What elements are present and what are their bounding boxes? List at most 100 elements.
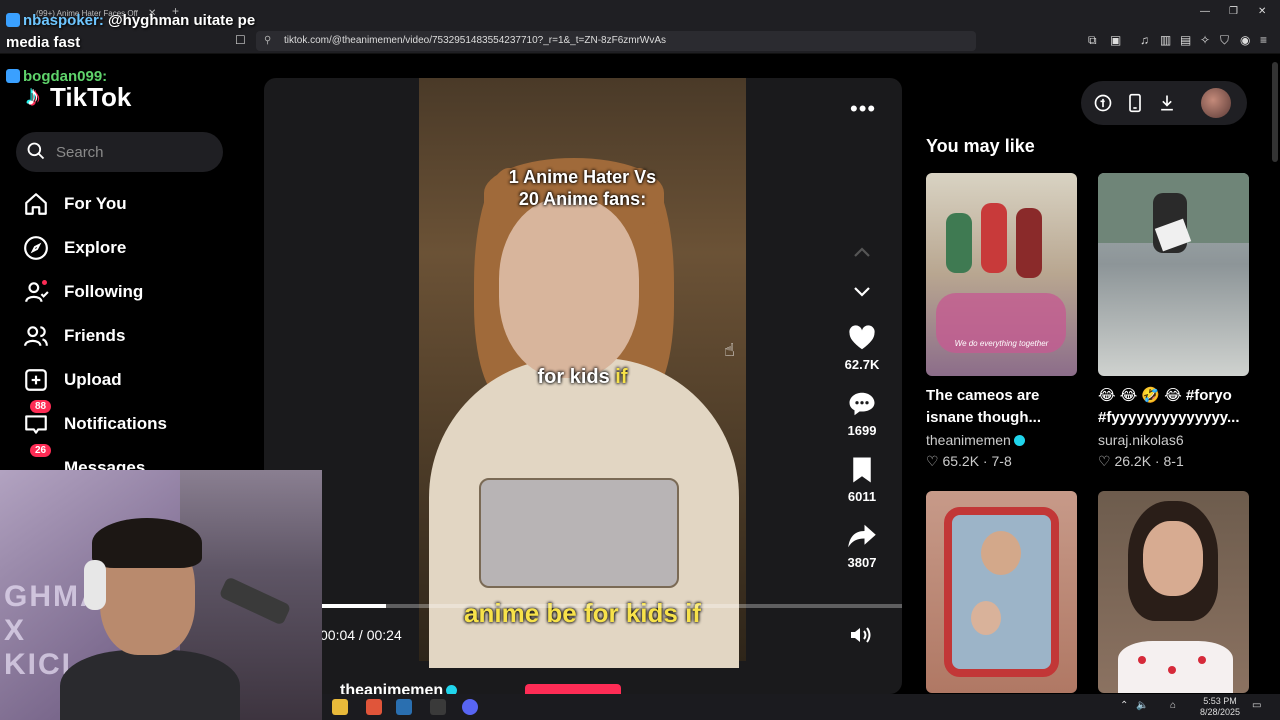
follow-button[interactable] — [525, 684, 621, 694]
chat-badge-icon — [6, 13, 20, 27]
ai-icon[interactable]: ✧ — [1200, 33, 1210, 47]
video-subtitle: anime be for kids if — [464, 598, 701, 628]
card-thumbnail[interactable]: We do everything together — [926, 173, 1077, 376]
recommendation-card[interactable]: 😂 😂 🤣 😂 #foryo #fyyyyyyyyyyyyyy... suraj… — [1098, 173, 1249, 471]
heart-outline-icon: ♡ — [1098, 453, 1111, 469]
chat-username: bogdan099: — [23, 68, 108, 85]
thumbnail-overlay-text: We do everything together — [954, 339, 1049, 348]
more-options-icon[interactable]: ••• — [850, 96, 876, 122]
video-title-overlay: 1 Anime Hater Vs 20 Anime fans: — [508, 167, 657, 209]
video-frame[interactable]: 1 Anime Hater Vs 20 Anime fans: for kids … — [419, 78, 746, 668]
bookmark-icon[interactable]: ☐ — [235, 33, 246, 47]
comment-icon — [849, 392, 875, 416]
comment-count: 1699 — [847, 423, 877, 438]
chat-message: bogdan099: — [6, 68, 107, 85]
extension-icon[interactable]: ▣ — [1110, 33, 1121, 47]
close-window-icon[interactable]: ✕ — [1258, 6, 1266, 17]
chevron-down-icon[interactable] — [850, 283, 874, 301]
nav-label: For You — [64, 194, 127, 213]
search-input[interactable] — [56, 132, 216, 172]
comment-button[interactable]: 1699 — [834, 389, 890, 438]
video-time: 00:04 / 00:24 — [320, 627, 402, 643]
search-bar[interactable] — [16, 132, 223, 172]
card-caption[interactable]: The cameos are isnane though... — [926, 385, 1077, 429]
recommendation-card[interactable]: We do everything together The cameos are… — [926, 173, 1077, 471]
recommendations-title: You may like — [926, 136, 1035, 156]
nav-following[interactable]: Following — [22, 276, 242, 308]
nav-upload[interactable]: Upload — [22, 364, 242, 396]
chat-text: @hyghman uitate pe — [108, 12, 256, 29]
app-icon[interactable] — [430, 699, 446, 715]
extension-icon[interactable]: ⧉ — [1088, 33, 1097, 48]
nav-label: Following — [64, 282, 144, 301]
card-meta: ♡ 65.2K · 7-8 — [926, 453, 1012, 469]
search-icon — [27, 142, 45, 160]
tray-icon[interactable]: 🔈 — [1136, 700, 1148, 711]
site-info-icon[interactable]: ⚲ — [264, 35, 271, 46]
video-face — [499, 198, 639, 378]
card-thumbnail[interactable] — [1098, 173, 1249, 376]
download-icon[interactable] — [1157, 93, 1177, 113]
tiktok-logo[interactable]: TikTok — [26, 80, 132, 113]
shirt-print — [479, 478, 679, 588]
streamer-hair — [92, 518, 202, 568]
address-bar[interactable]: ⚲ tiktok.com/@theanimemen/video/75329514… — [256, 31, 976, 51]
card-thumbnail[interactable] — [926, 491, 1077, 693]
shield-icon[interactable]: ⛉ — [1220, 33, 1229, 48]
progress-fill — [322, 604, 386, 608]
card-author[interactable]: suraj.nikolas6 — [1098, 431, 1249, 449]
minimize-icon[interactable]: — — [1200, 6, 1210, 17]
network-icon[interactable]: ⌂ — [1170, 700, 1176, 711]
steam-icon[interactable] — [396, 699, 412, 715]
nav-friends[interactable]: Friends — [22, 320, 242, 352]
coin-icon[interactable] — [1093, 93, 1113, 113]
streamer-body — [60, 650, 240, 720]
phone-app-icon[interactable] — [1125, 93, 1145, 113]
chat-text-cont: media fast — [6, 34, 81, 51]
taskbar-clock[interactable]: 5:53 PM 8/28/2025 — [1200, 696, 1240, 718]
menu-icon[interactable]: ≡ — [1260, 33, 1267, 47]
music-icon[interactable]: ♫ — [1140, 33, 1149, 47]
video-progress-bar[interactable] — [322, 604, 902, 608]
card-thumbnail[interactable] — [1098, 491, 1249, 693]
chat-message: nbaspoker: @hyghman uitate pe — [6, 12, 255, 29]
save-button[interactable]: 6011 — [834, 455, 890, 504]
profile-avatar[interactable] — [1201, 88, 1231, 118]
tray-chevron-icon[interactable]: ⌃ — [1120, 700, 1128, 711]
notification-center-icon[interactable]: ▭ — [1252, 700, 1261, 711]
url-text[interactable]: tiktok.com/@theanimemen/video/7532951483… — [284, 31, 666, 51]
volume-icon[interactable] — [849, 625, 873, 645]
tiktok-note-icon — [26, 80, 46, 112]
verified-icon — [1013, 435, 1025, 446]
restore-icon[interactable]: ❐ — [1229, 6, 1238, 17]
vpn-icon[interactable]: ◉ — [1240, 33, 1250, 47]
discord-icon[interactable] — [462, 699, 478, 715]
card-author[interactable]: theanimemen — [926, 431, 1077, 449]
sidebar-toggle-icon[interactable]: ▥ — [1160, 33, 1171, 47]
windows-taskbar: ⌃ 🔈 ⌂ 5:53 PM 8/28/2025 ▭ — [322, 694, 1280, 720]
bookmark-icon — [853, 457, 871, 483]
share-icon — [848, 524, 876, 548]
browser-icon[interactable] — [366, 699, 382, 715]
recommendation-card[interactable] — [926, 491, 1077, 693]
verified-icon — [446, 685, 458, 694]
page-scrollbar[interactable] — [1272, 62, 1278, 162]
following-icon — [22, 278, 50, 306]
share-button[interactable]: 3807 — [834, 521, 890, 570]
file-explorer-icon[interactable] — [332, 699, 348, 715]
webcam-overlay: GHMA X KICI — [0, 470, 322, 720]
headphones — [84, 560, 106, 610]
video-player[interactable]: 1 Anime Hater Vs 20 Anime fans: for kids … — [264, 78, 902, 694]
like-button[interactable]: 62.7K — [834, 323, 890, 372]
recommendation-card[interactable] — [1098, 491, 1249, 693]
nav-explore[interactable]: Explore — [22, 232, 242, 264]
chevron-up-icon[interactable] — [850, 243, 874, 261]
hand-cursor-icon: ☝ — [724, 340, 735, 360]
video-author[interactable]: theanimemen — [340, 682, 458, 694]
wallet-icon[interactable]: ▤ — [1180, 33, 1191, 47]
nav-notifications[interactable]: 88 Notifications — [22, 400, 242, 440]
card-caption[interactable]: 😂 😂 🤣 😂 #foryo #fyyyyyyyyyyyyyy... — [1098, 385, 1249, 429]
nav-for-you[interactable]: For You — [22, 188, 242, 220]
card-meta: ♡ 26.2K · 8-1 — [1098, 453, 1184, 469]
logo-text: TikTok — [50, 82, 132, 112]
